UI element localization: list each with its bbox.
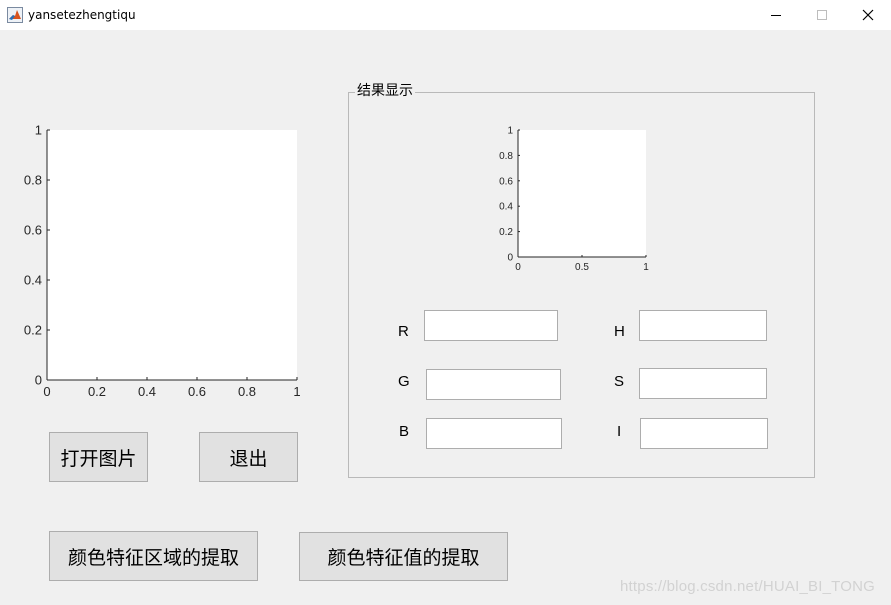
title-bar: yansetezhengtiqu <box>0 0 891 30</box>
h-label: H <box>614 323 625 340</box>
maximize-button[interactable] <box>799 0 845 30</box>
r-field[interactable] <box>424 310 558 341</box>
watermark: https://blog.csdn.net/HUAI_BI_TONG <box>620 578 875 595</box>
matlab-icon <box>7 7 23 23</box>
main-x-tick-label: 1 <box>293 384 300 399</box>
minimize-button[interactable] <box>753 0 799 30</box>
close-icon <box>862 9 874 21</box>
b-field[interactable] <box>426 418 562 449</box>
s-label: S <box>614 373 625 390</box>
main-x-tick-label: 0.2 <box>88 384 106 399</box>
extract-region-button[interactable]: 颜色特征区域的提取 <box>49 531 258 581</box>
maximize-icon <box>817 10 827 20</box>
open-image-button[interactable]: 打开图片 <box>49 432 148 482</box>
main-y-tick-label: 0 <box>35 373 42 388</box>
window-title: yansetezhengtiqu <box>28 8 136 22</box>
s-field[interactable] <box>639 368 767 399</box>
main-y-tick-label: 0.4 <box>24 273 42 288</box>
r-label: R <box>398 323 409 340</box>
extract-value-button[interactable]: 颜色特征值的提取 <box>299 532 508 581</box>
i-label: I <box>617 423 622 440</box>
main-x-tick-label: 0.6 <box>188 384 206 399</box>
close-button[interactable] <box>845 0 891 30</box>
g-label: G <box>398 373 410 390</box>
exit-button[interactable]: 退出 <box>199 432 298 482</box>
g-field[interactable] <box>426 369 561 400</box>
h-field[interactable] <box>639 310 767 341</box>
b-label: B <box>399 423 410 440</box>
main-x-tick-label: 0.4 <box>138 384 156 399</box>
main-y-tick-label: 0.2 <box>24 323 42 338</box>
main-x-tick-label: 0.8 <box>238 384 256 399</box>
minimize-icon <box>771 15 781 16</box>
main-y-tick-label: 0.8 <box>24 173 42 188</box>
i-field[interactable] <box>640 418 768 449</box>
main-plot-area <box>47 130 297 380</box>
main-x-tick-label: 0 <box>43 384 50 399</box>
main-y-tick-label: 0.6 <box>24 223 42 238</box>
main-y-tick-label: 1 <box>35 123 42 138</box>
result-panel-title: 结果显示 <box>355 82 415 100</box>
